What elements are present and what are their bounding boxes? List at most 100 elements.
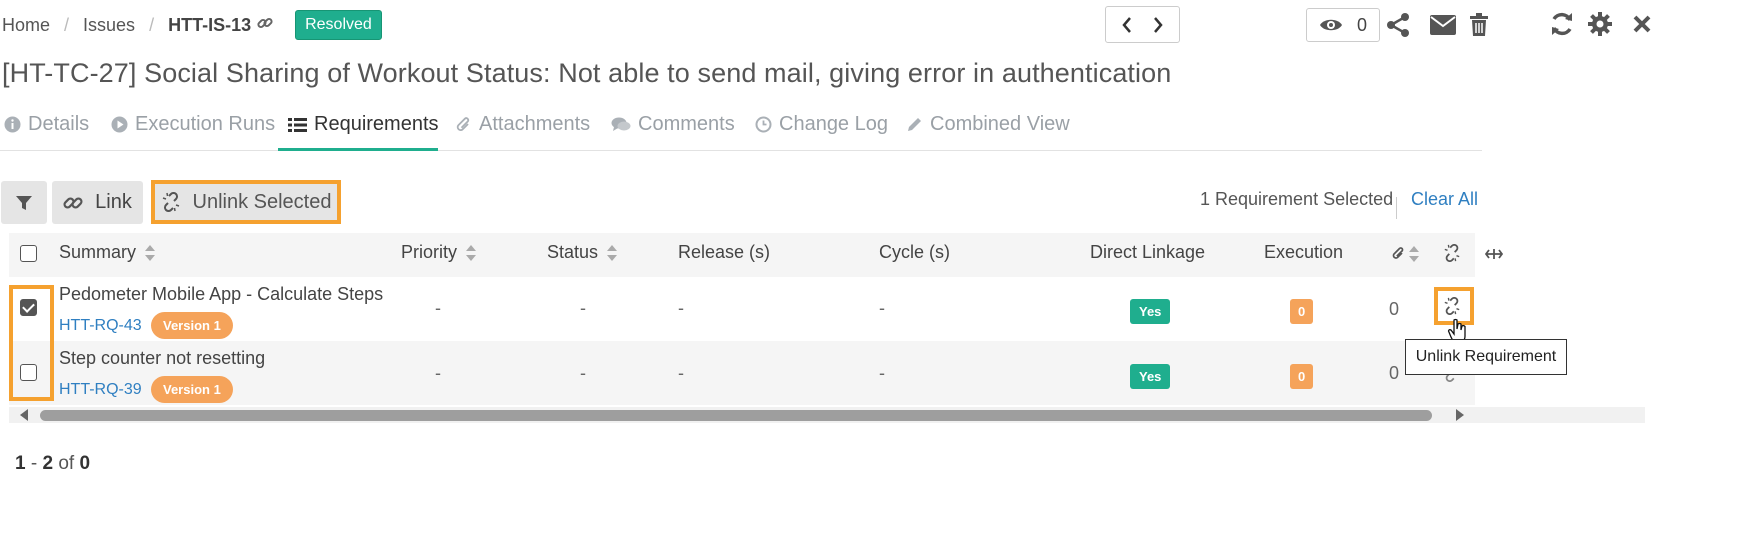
column-header-release: Release (s) <box>678 242 770 263</box>
breadcrumb-separator: / <box>149 14 155 35</box>
eye-icon <box>1319 17 1343 33</box>
scroll-right-arrow[interactable] <box>1456 409 1464 421</box>
column-header-status[interactable]: Status <box>547 242 618 263</box>
record-navigation <box>1105 6 1180 43</box>
release-value: - <box>678 363 684 383</box>
unlink-selected-label: Unlink Selected <box>192 190 332 213</box>
link-icon <box>63 196 83 209</box>
tab-label: Comments <box>638 113 735 135</box>
chevron-right-icon[interactable] <box>1152 16 1164 34</box>
share-icon[interactable] <box>1385 12 1411 38</box>
trash-icon[interactable] <box>1468 13 1490 37</box>
direct-linkage-badge: Yes <box>1130 364 1171 389</box>
refresh-icon[interactable] <box>1549 11 1575 37</box>
status-value: - <box>580 298 586 318</box>
page-from: 1 <box>15 453 26 474</box>
page-to: 2 <box>42 453 54 474</box>
tab-details[interactable]: Details <box>4 113 89 136</box>
sort-icon <box>607 244 618 261</box>
watch-button[interactable]: 0 <box>1306 8 1380 42</box>
chevron-left-icon[interactable] <box>1121 16 1133 34</box>
link-button[interactable]: Link <box>52 181 143 224</box>
version-badge: Version 1 <box>151 376 233 403</box>
column-label: Execution <box>1264 242 1344 262</box>
unlink-selected-button[interactable]: Unlink Selected <box>151 180 341 224</box>
breadcrumb-issues[interactable]: Issues <box>83 15 135 36</box>
unlink-icon <box>162 192 179 212</box>
column-header-cycle: Cycle (s) <box>879 242 950 263</box>
tab-requirements[interactable]: Requirements <box>288 113 439 136</box>
status-value: - <box>580 363 586 383</box>
link-icon[interactable] <box>257 15 273 36</box>
pencil-icon <box>908 118 921 131</box>
close-icon[interactable] <box>1632 14 1652 34</box>
tab-change-log[interactable]: Change Log <box>755 113 888 136</box>
column-label: Cycle (s) <box>879 242 950 262</box>
column-header-direct-linkage: Direct Linkage <box>1090 242 1205 263</box>
column-label: Direct Linkage <box>1090 242 1206 262</box>
unlink-icon <box>1443 243 1461 267</box>
select-all-checkbox[interactable] <box>20 245 37 262</box>
requirement-title: Step counter not resetting <box>59 348 266 368</box>
tab-execution-runs[interactable]: Execution Runs <box>111 113 275 136</box>
page-dash: - <box>30 453 38 474</box>
tooltip: Unlink Requirement <box>1405 339 1567 375</box>
breadcrumb-home[interactable]: Home <box>2 15 50 36</box>
column-header-priority[interactable]: Priority <box>401 242 477 263</box>
breadcrumb-current: HTT-IS-13 <box>168 14 252 35</box>
page-title: [HT-TC-27] Social Sharing of Workout Sta… <box>2 58 1172 88</box>
tab-combined-view[interactable]: Combined View <box>906 113 1070 136</box>
mail-icon[interactable] <box>1429 14 1457 36</box>
release-value: - <box>678 298 684 318</box>
requirement-title: Pedometer Mobile App - Calculate Steps <box>59 284 384 304</box>
list-icon <box>288 117 307 132</box>
version-badge: Version 1 <box>151 312 233 339</box>
active-tab-indicator <box>278 148 438 151</box>
page-of: of <box>58 453 75 474</box>
cycle-value: - <box>879 363 885 383</box>
paperclip-icon <box>456 116 470 131</box>
paperclip-icon <box>1392 247 1404 259</box>
tab-label: Combined View <box>930 113 1070 135</box>
watch-count: 0 <box>1356 14 1367 35</box>
column-label: Status <box>547 242 599 262</box>
play-icon <box>111 116 128 133</box>
scroll-left-arrow[interactable] <box>20 409 28 421</box>
sort-icon <box>1409 246 1419 262</box>
checkbox-highlight <box>9 285 54 401</box>
tab-label: Details <box>28 113 90 135</box>
execution-count-badge: 0 <box>1290 364 1314 389</box>
page-total: 0 <box>79 453 91 474</box>
execution-count-badge: 0 <box>1290 299 1314 324</box>
filter-icon <box>16 195 32 210</box>
link-button-label: Link <box>95 191 132 213</box>
gear-icon[interactable] <box>1587 11 1613 37</box>
status-badge: Resolved <box>295 10 382 40</box>
column-label: Summary <box>59 242 137 262</box>
pagination-info: 1 - 2 of 0 <box>15 453 90 475</box>
tab-label: Requirements <box>314 113 439 135</box>
column-label: Priority <box>401 242 458 262</box>
clock-icon <box>755 116 772 133</box>
comments-icon <box>611 117 631 131</box>
filter-button[interactable] <box>1 181 47 224</box>
column-label: Release (s) <box>678 242 771 262</box>
requirement-id-link[interactable]: HTT-RQ-39 <box>59 381 142 399</box>
priority-value: - <box>435 363 441 383</box>
tab-bar: Details Execution Runs Requirements Atta… <box>0 96 1482 151</box>
tab-label: Change Log <box>779 113 888 135</box>
column-header-attachments[interactable] <box>1392 246 1419 262</box>
info-icon <box>4 116 21 133</box>
requirement-id-link[interactable]: HTT-RQ-43 <box>59 317 142 335</box>
divider <box>1396 197 1397 219</box>
tab-attachments[interactable]: Attachments <box>456 113 590 136</box>
direct-linkage-badge: Yes <box>1130 299 1171 324</box>
column-header-summary[interactable]: Summary <box>59 242 156 263</box>
column-resize-icon[interactable] <box>1484 247 1504 266</box>
attachment-count: 0 <box>1389 363 1400 383</box>
cycle-value: - <box>879 298 885 318</box>
tab-comments[interactable]: Comments <box>611 113 735 136</box>
clear-all-link[interactable]: Clear All <box>1411 189 1478 210</box>
tab-label: Attachments <box>479 113 591 135</box>
scrollbar-thumb[interactable] <box>40 410 1432 421</box>
